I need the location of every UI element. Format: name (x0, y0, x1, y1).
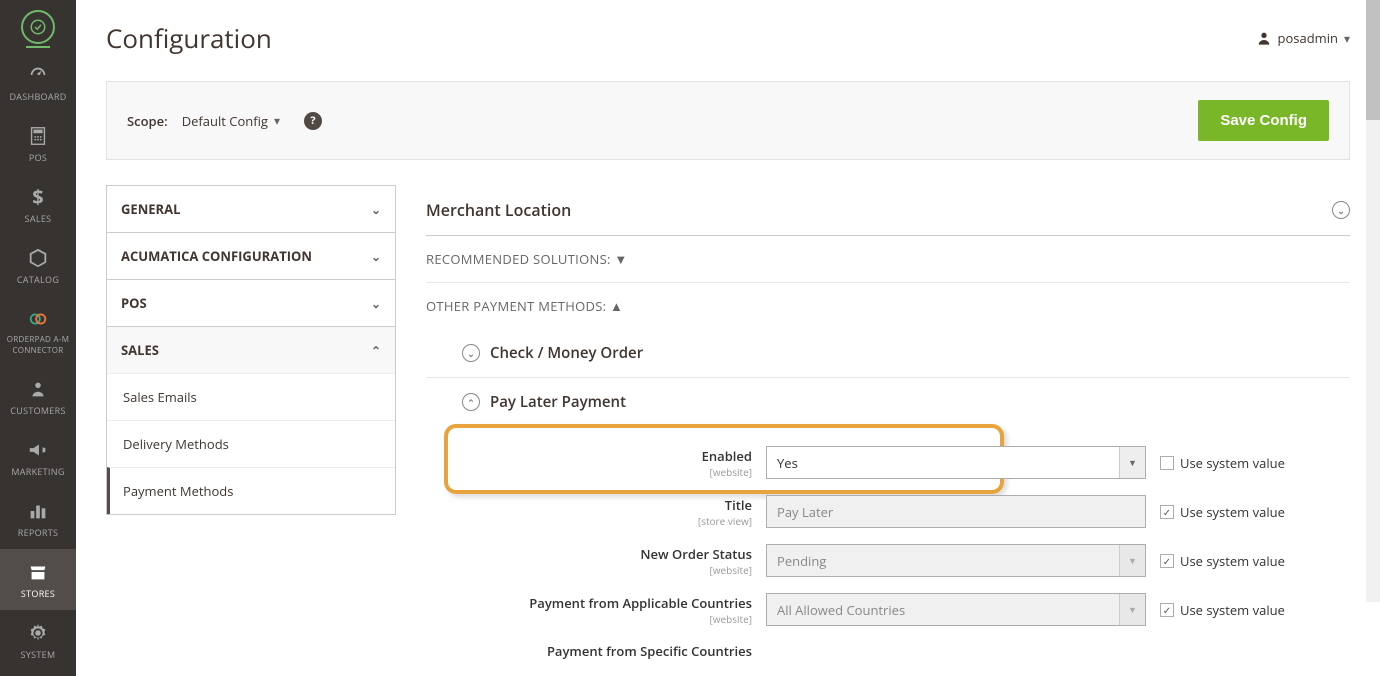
field-label-status: New Order Status (462, 545, 752, 563)
sidebar-label: CUSTOMERS (2, 404, 74, 417)
page-title: Configuration (106, 20, 272, 56)
field-hint: [website] (462, 612, 752, 626)
use-system-checkbox-title[interactable]: ✓ Use system value (1160, 503, 1285, 521)
chevron-down-icon: ⌄ (371, 248, 381, 265)
field-hint: [website] (462, 563, 752, 577)
use-system-checkbox-countries[interactable]: ✓ Use system value (1160, 601, 1285, 619)
sidebar-label: POS (2, 151, 74, 164)
username: posadmin (1278, 29, 1338, 47)
field-label-title: Title (462, 496, 752, 514)
tab-delivery-methods[interactable]: Delivery Methods (107, 420, 395, 467)
select-arrow-icon: ▼ (1119, 594, 1145, 625)
sidebar-item-marketing[interactable]: MARKETING (0, 427, 76, 488)
customers-icon (27, 378, 49, 400)
checkbox-icon: ✓ (1160, 505, 1174, 519)
field-label-enabled: Enabled (462, 447, 752, 465)
sidebar-item-pos[interactable]: POS (0, 113, 76, 174)
sidebar-label: STORES (2, 587, 74, 600)
collapse-icon: ⌄ (1332, 201, 1350, 219)
save-config-button[interactable]: Save Config (1198, 100, 1329, 141)
sidebar-label: REPORTS (2, 526, 74, 539)
accordion-general[interactable]: GENERAL ⌄ (107, 186, 395, 232)
dollar-icon: $ (27, 186, 49, 208)
chevron-down-icon: ⌄ (371, 295, 381, 312)
chevron-up-icon: ⌃ (371, 342, 381, 359)
user-menu[interactable]: posadmin ▾ (1256, 29, 1350, 47)
logo-icon (21, 10, 55, 44)
sidebar-item-connector[interactable]: ORDERPAD A-M CONNECTOR (0, 296, 76, 366)
sidebar-item-stores[interactable]: STORES (0, 549, 76, 610)
config-form: Merchant Location ⌄ RECOMMENDED SOLUTION… (426, 185, 1350, 676)
scrollbar[interactable] (1366, 0, 1380, 602)
select-arrow-icon: ▼ (1119, 447, 1145, 478)
collapse-icon: ⌃ (462, 393, 480, 411)
sidebar-item-dashboard[interactable]: DASHBOARD (0, 52, 76, 113)
title-input: Pay Later (766, 495, 1146, 528)
checkbox-icon: ✓ (1160, 603, 1174, 617)
status-select: Pending ▼ (766, 544, 1146, 577)
expand-icon: ⌄ (462, 344, 480, 362)
reports-icon (27, 500, 49, 522)
chevron-down-icon: ⌄ (371, 201, 381, 218)
scope-bar: Scope: Default Config ▾ ? Save Config (106, 81, 1350, 160)
stores-icon (27, 561, 49, 583)
select-arrow-icon: ▼ (1119, 545, 1145, 576)
sidebar-item-system[interactable]: SYSTEM (0, 610, 76, 671)
sidebar-item-catalog[interactable]: CATALOG (0, 235, 76, 296)
field-hint: [store view] (462, 514, 752, 528)
accordion-acumatica[interactable]: ACUMATICA CONFIGURATION ⌄ (107, 233, 395, 279)
chevron-down-icon: ▾ (1344, 30, 1350, 47)
other-payment-methods-toggle[interactable]: OTHER PAYMENT METHODS: ▲ (426, 283, 1350, 329)
help-icon[interactable]: ? (304, 112, 322, 130)
sidebar-label: ORDERPAD A-M CONNECTOR (2, 334, 74, 356)
enabled-select[interactable]: Yes ▼ (766, 446, 1146, 479)
sidebar-label: MARKETING (2, 465, 74, 478)
gear-icon (27, 622, 49, 644)
section-check-money-order[interactable]: ⌄ Check / Money Order (426, 329, 1350, 378)
megaphone-icon (27, 439, 49, 461)
config-tabs: GENERAL ⌄ ACUMATICA CONFIGURATION ⌄ POS … (106, 185, 396, 676)
sidebar-item-sales[interactable]: $ SALES (0, 174, 76, 235)
use-system-checkbox-status[interactable]: ✓ Use system value (1160, 552, 1285, 570)
sidebar-item-customers[interactable]: CUSTOMERS (0, 366, 76, 427)
accordion-pos[interactable]: POS ⌄ (107, 280, 395, 326)
use-system-checkbox-enabled[interactable]: Use system value (1160, 454, 1285, 472)
field-hint: [website] (462, 465, 752, 479)
sidebar-item-reports[interactable]: REPORTS (0, 488, 76, 549)
countries-select: All Allowed Countries ▼ (766, 593, 1146, 626)
tab-payment-methods[interactable]: Payment Methods (107, 467, 395, 514)
scope-selector[interactable]: Default Config ▾ (182, 112, 280, 130)
dashboard-icon (27, 64, 49, 86)
catalog-icon (27, 247, 49, 269)
chevron-down-icon: ▾ (274, 112, 280, 129)
accordion-sales[interactable]: SALES ⌃ (107, 327, 395, 373)
sidebar-label: CATALOG (2, 273, 74, 286)
admin-sidebar: DASHBOARD POS $ SALES CATALOG ORDERPAD A… (0, 0, 76, 676)
pos-icon (27, 125, 49, 147)
sidebar-label: DASHBOARD (2, 90, 74, 103)
field-label-countries: Payment from Applicable Countries (462, 594, 752, 612)
field-label-specific: Payment from Specific Countries (462, 642, 752, 660)
scrollbar-thumb[interactable] (1366, 0, 1380, 120)
sidebar-label: SALES (2, 212, 74, 225)
checkbox-icon: ✓ (1160, 554, 1174, 568)
main-content: Configuration posadmin ▾ Scope: Default … (76, 0, 1380, 676)
recommended-solutions-toggle[interactable]: RECOMMENDED SOLUTIONS: ▼ (426, 236, 1350, 283)
user-icon (1256, 30, 1272, 46)
scope-label: Scope: (127, 112, 168, 130)
checkbox-icon (1160, 456, 1174, 470)
connector-icon (27, 308, 49, 330)
tab-sales-emails[interactable]: Sales Emails (107, 373, 395, 420)
section-pay-later[interactable]: ⌃ Pay Later Payment (426, 378, 1350, 426)
sidebar-label: SYSTEM (2, 648, 74, 661)
section-merchant-location[interactable]: Merchant Location ⌄ (426, 185, 1350, 236)
